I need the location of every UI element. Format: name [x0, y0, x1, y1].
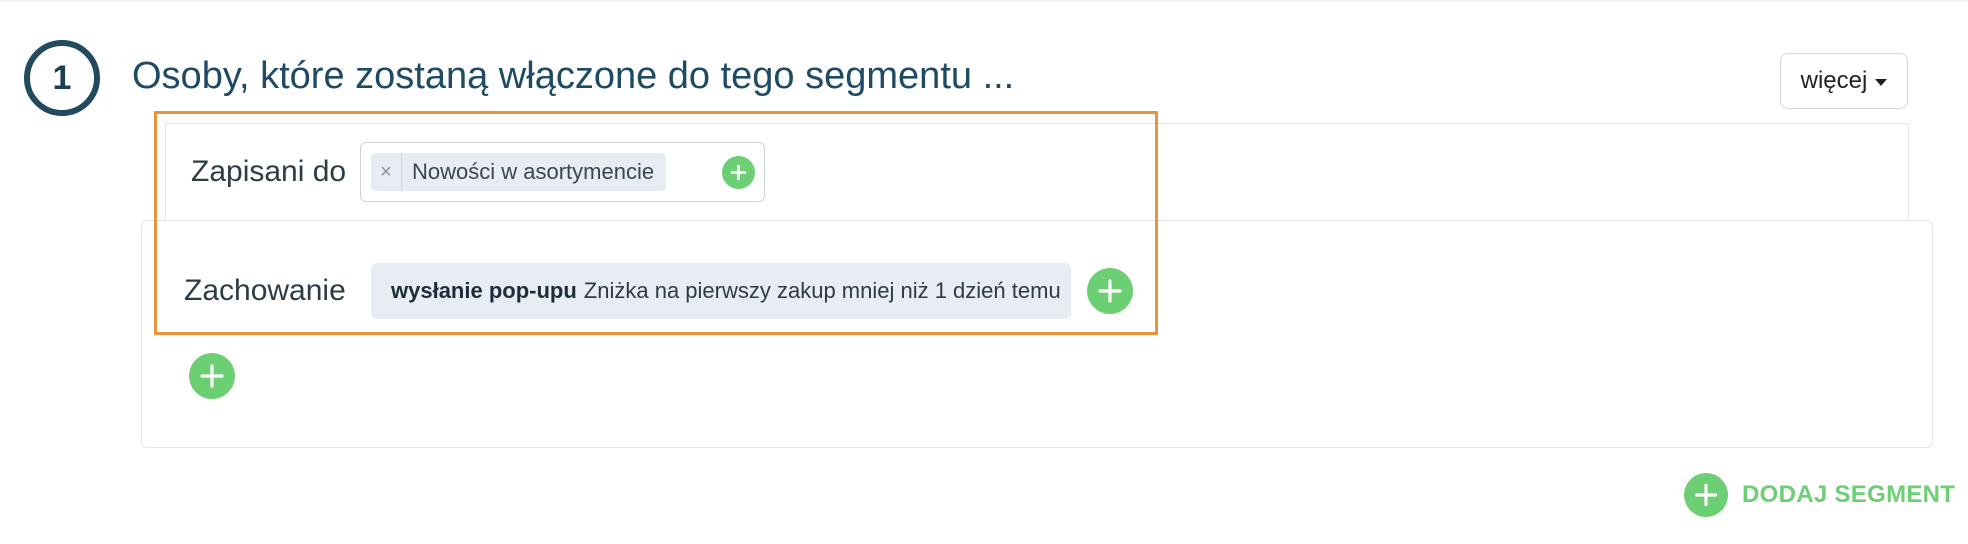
more-button-label: więcej: [1800, 67, 1868, 94]
section-title: Osoby, które zostaną włączone do tego se…: [132, 55, 1015, 97]
add-segment-label: DODAJ SEGMENT: [1742, 481, 1956, 508]
list-tag: × Nowości w asortymencie: [371, 153, 667, 191]
list-tag-label: Nowości w asortymencie: [412, 159, 655, 184]
condition-detail: Zniżka na pierwszy zakup mniej niż 1 dzi…: [583, 278, 1061, 303]
plus-icon: [730, 164, 747, 181]
caret-down-icon: [1875, 78, 1888, 86]
step-number-badge: 1: [24, 40, 100, 116]
behavior-condition-chip[interactable]: wysłanie pop-upu Zniżka na pierwszy zaku…: [371, 263, 1071, 319]
behavior-label: Zachowanie: [184, 274, 346, 307]
subscribed-label: Zapisani do: [191, 155, 347, 188]
plus-icon: [200, 364, 224, 388]
subscription-list-field[interactable]: × Nowości w asortymencie: [360, 142, 765, 202]
add-rule-button[interactable]: [189, 353, 235, 399]
add-list-button[interactable]: [722, 156, 755, 189]
more-dropdown-button[interactable]: więcej: [1780, 53, 1908, 109]
remove-tag-icon[interactable]: ×: [371, 153, 402, 191]
plus-icon: [1098, 279, 1122, 303]
top-divider: [0, 0, 1968, 2]
add-segment-button[interactable]: DODAJ SEGMENT: [1684, 473, 1955, 517]
add-segment-icon-circle: [1684, 473, 1728, 517]
segment-builder: 1 Osoby, które zostaną włączone do tego …: [0, 0, 1968, 544]
add-behavior-condition-button[interactable]: [1087, 268, 1133, 314]
behavior-rule-box: [141, 220, 1933, 448]
condition-event: wysłanie pop-upu: [391, 278, 577, 303]
step-number: 1: [52, 58, 72, 97]
plus-icon: [1694, 483, 1718, 507]
